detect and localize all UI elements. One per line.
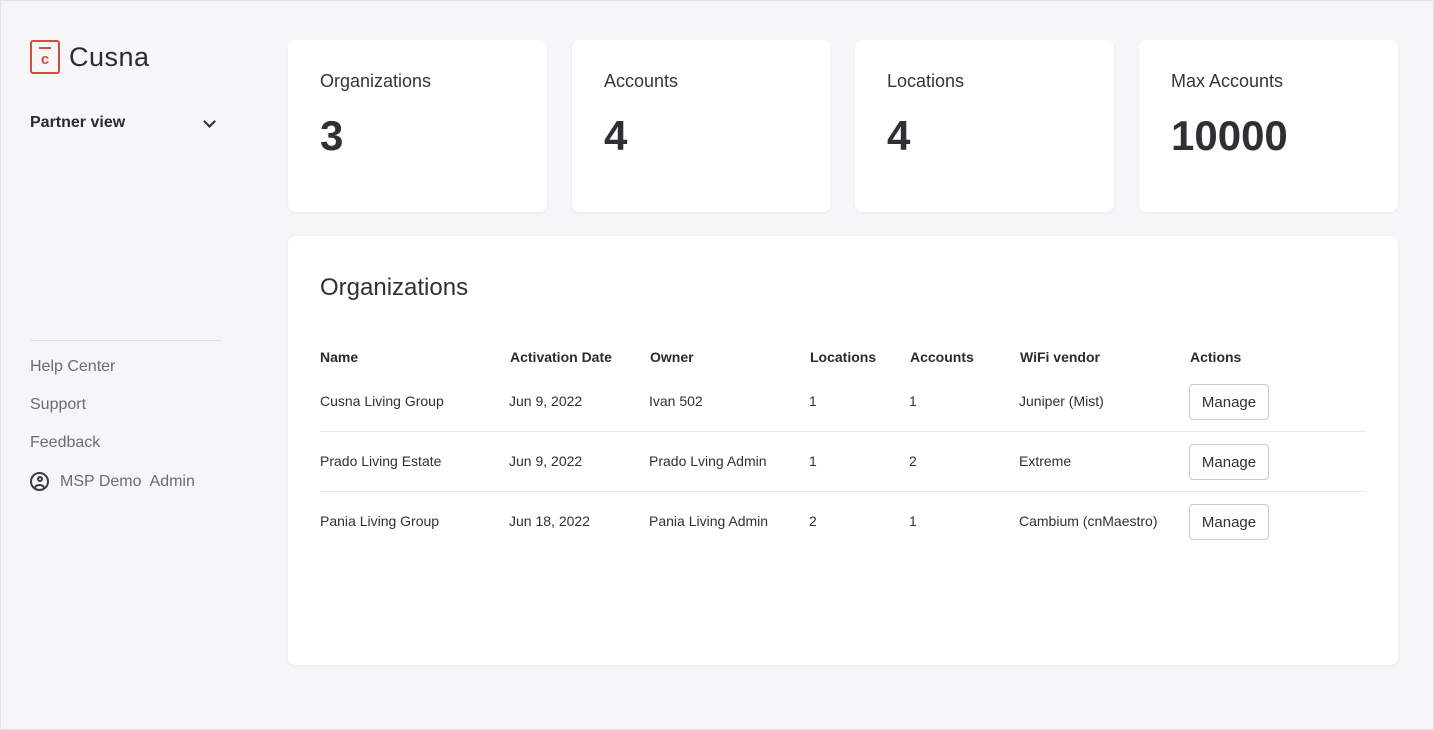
column-header-accounts: Accounts — [910, 349, 974, 365]
table-row: Cusna Living Group Jun 9, 2022 Ivan 502 … — [320, 372, 1366, 432]
feedback-link[interactable]: Feedback — [30, 434, 100, 452]
cell-locations: 1 — [809, 453, 817, 469]
cell-owner: Ivan 502 — [649, 393, 703, 409]
chevron-down-icon — [203, 114, 216, 128]
table-header: Name Activation Date Owner Locations Acc… — [320, 344, 1366, 372]
view-selector-dropdown[interactable]: Partner view — [30, 112, 220, 134]
column-header-locations: Locations — [810, 349, 877, 365]
manage-button[interactable]: Manage — [1189, 444, 1269, 480]
cell-wifi-vendor: Cambium (cnMaestro) — [1019, 513, 1158, 529]
stat-card-accounts: Accounts 4 — [572, 40, 831, 212]
manage-button[interactable]: Manage — [1189, 504, 1269, 540]
cusna-logo-icon: c — [30, 40, 60, 74]
cell-wifi-vendor: Extreme — [1019, 453, 1072, 469]
cell-name: Pania Living Group — [320, 513, 440, 529]
stat-value: 3 — [320, 112, 344, 159]
stat-label: Organizations — [320, 71, 432, 91]
organizations-table: Name Activation Date Owner Locations Acc… — [320, 344, 1366, 552]
stat-value: 4 — [887, 112, 911, 159]
cell-wifi-vendor: Juniper (Mist) — [1019, 393, 1104, 409]
help-center-link[interactable]: Help Center — [30, 358, 115, 376]
column-header-actions: Actions — [1190, 349, 1242, 365]
organizations-panel: Organizations Name Activation Date Owner… — [288, 236, 1398, 665]
stat-label: Accounts — [604, 71, 679, 91]
view-selector-label: Partner view — [30, 114, 126, 131]
cell-accounts: 2 — [909, 453, 917, 469]
stat-card-organizations: Organizations 3 — [288, 40, 547, 212]
cell-activation-date: Jun 9, 2022 — [509, 453, 583, 469]
column-header-name: Name — [320, 349, 359, 365]
cell-accounts: 1 — [909, 513, 917, 529]
cell-name: Cusna Living Group — [320, 393, 444, 409]
column-header-wifi-vendor: WiFi vendor — [1020, 349, 1100, 365]
stat-label: Locations — [887, 71, 965, 91]
brand-name: Cusna — [69, 41, 150, 72]
cell-activation-date: Jun 18, 2022 — [509, 513, 590, 529]
column-header-activation-date: Activation Date — [510, 349, 612, 365]
cell-locations: 2 — [809, 513, 817, 529]
cell-locations: 1 — [809, 393, 817, 409]
cell-activation-date: Jun 9, 2022 — [509, 393, 583, 409]
sidebar-divider — [30, 340, 221, 341]
column-header-owner: Owner — [650, 349, 694, 365]
stat-value: 10000 — [1171, 112, 1288, 159]
organizations-title: Organizations — [320, 274, 469, 301]
stat-card-max-accounts: Max Accounts 10000 — [1139, 40, 1398, 212]
table-row: Prado Living Estate Jun 9, 2022 Prado Lv… — [320, 432, 1366, 492]
user-profile[interactable]: MSP Demo Admin — [30, 472, 195, 491]
stat-label: Max Accounts — [1171, 71, 1284, 91]
user-name: MSP Demo Admin — [60, 472, 195, 490]
cell-name: Prado Living Estate — [320, 453, 442, 469]
sidebar: c Cusna Partner view Help Center Support… — [1, 1, 251, 730]
support-link[interactable]: Support — [30, 396, 86, 414]
cell-accounts: 1 — [909, 393, 917, 409]
brand-logo[interactable]: c Cusna — [30, 40, 150, 74]
user-circle-icon — [30, 472, 49, 491]
cell-owner: Pania Living Admin — [649, 513, 769, 529]
table-row: Pania Living Group Jun 18, 2022 Pania Li… — [320, 492, 1366, 552]
stat-card-locations: Locations 4 — [855, 40, 1114, 212]
manage-button[interactable]: Manage — [1189, 384, 1269, 420]
cell-owner: Prado Lving Admin — [649, 453, 767, 469]
stat-value: 4 — [604, 112, 628, 159]
